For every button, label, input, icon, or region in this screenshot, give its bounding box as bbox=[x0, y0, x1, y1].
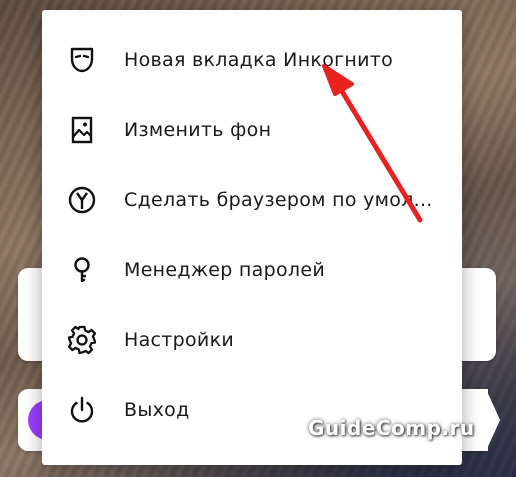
key-icon bbox=[64, 252, 100, 288]
menu-item-label: Настройки bbox=[124, 329, 235, 351]
incognito-mask-icon bbox=[64, 42, 100, 78]
context-menu: Новая вкладка Инкогнито Изменить фон Сде… bbox=[42, 10, 462, 465]
image-icon bbox=[64, 112, 100, 148]
menu-item-label: Новая вкладка Инкогнито bbox=[124, 49, 394, 71]
menu-item-default-browser[interactable]: Сделать браузером по умол... bbox=[42, 170, 462, 230]
menu-item-label: Выход bbox=[124, 399, 190, 421]
menu-item-password-manager[interactable]: Менеджер паролей bbox=[42, 240, 462, 300]
search-card-tip bbox=[486, 389, 500, 451]
menu-item-settings[interactable]: Настройки bbox=[42, 310, 462, 370]
power-icon bbox=[64, 392, 100, 428]
menu-item-change-background[interactable]: Изменить фон bbox=[42, 100, 462, 160]
menu-item-incognito[interactable]: Новая вкладка Инкогнито bbox=[42, 30, 462, 90]
gear-icon bbox=[64, 322, 100, 358]
menu-item-label: Сделать браузером по умол... bbox=[124, 189, 433, 211]
menu-item-label: Менеджер паролей bbox=[124, 259, 325, 281]
yandex-browser-icon bbox=[64, 182, 100, 218]
watermark-text: GuideComp.ru bbox=[308, 416, 475, 440]
menu-item-label: Изменить фон bbox=[124, 119, 272, 141]
